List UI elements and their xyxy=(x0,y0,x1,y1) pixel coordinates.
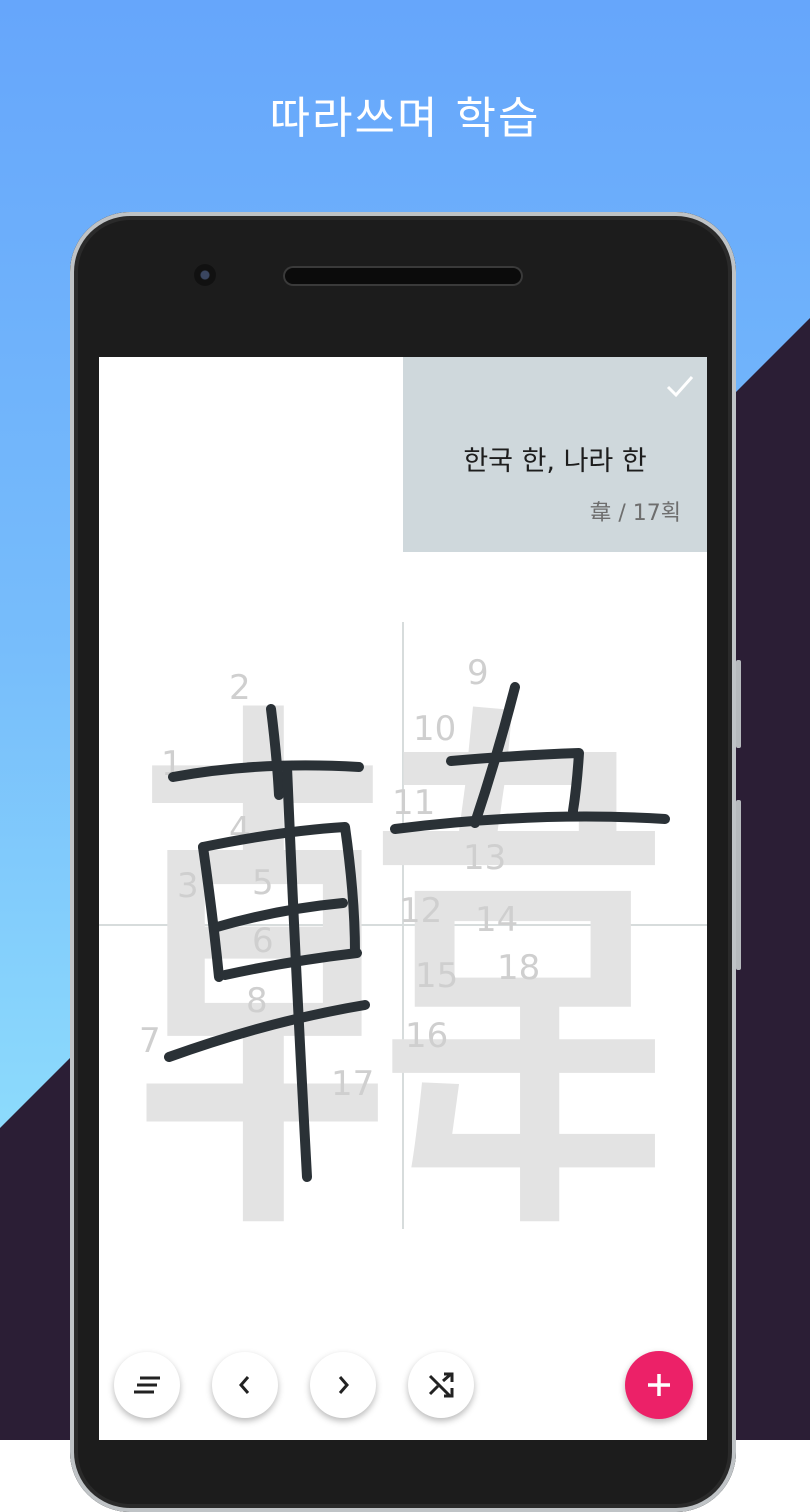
volume-button xyxy=(736,800,741,970)
front-camera xyxy=(194,264,216,286)
add-button[interactable] xyxy=(625,1351,693,1419)
app-screen: 韓 1 2 3 4 5 6 7 8 9 10 11 12 13 14 15 16… xyxy=(99,357,707,1440)
radical-stroke-count: 韋 / 17획 xyxy=(589,501,681,526)
stroke-number: 3 xyxy=(177,866,199,906)
stroke-number: 9 xyxy=(467,653,489,693)
earpiece-speaker xyxy=(283,266,523,286)
next-button[interactable] xyxy=(310,1352,376,1418)
plus-icon xyxy=(648,1374,670,1396)
chevron-left-icon xyxy=(239,1376,250,1394)
stroke-number: 14 xyxy=(475,900,518,940)
shuffle-icon xyxy=(428,1372,454,1398)
previous-button[interactable] xyxy=(212,1352,278,1418)
stroke-number: 15 xyxy=(415,956,458,996)
promo-title: 따라쓰며 학습 xyxy=(269,93,541,144)
stroke-number: 10 xyxy=(413,709,456,749)
stroke-number: 12 xyxy=(399,891,442,931)
shuffle-button[interactable] xyxy=(408,1352,474,1418)
chevron-right-icon xyxy=(338,1376,349,1394)
character-info-card[interactable]: 한국 한, 나라 한 韋 / 17획 xyxy=(403,357,707,552)
power-button xyxy=(736,660,741,748)
menu-icon xyxy=(134,1376,160,1394)
stroke-number: 18 xyxy=(497,948,540,988)
guide-character: 韓 xyxy=(123,658,683,1310)
stroke-number: 7 xyxy=(139,1021,161,1061)
check-icon[interactable] xyxy=(665,371,695,401)
stroke-number: 2 xyxy=(229,668,251,708)
stroke-number: 5 xyxy=(252,863,274,903)
stroke-number: 13 xyxy=(463,838,506,878)
stroke-number: 16 xyxy=(405,1016,448,1056)
stroke-number: 11 xyxy=(392,783,435,823)
stroke-number: 8 xyxy=(246,981,268,1021)
stroke-number: 17 xyxy=(331,1064,374,1104)
character-meaning: 한국 한, 나라 한 xyxy=(463,446,647,477)
menu-button[interactable] xyxy=(114,1352,180,1418)
stroke-number: 6 xyxy=(252,921,274,961)
